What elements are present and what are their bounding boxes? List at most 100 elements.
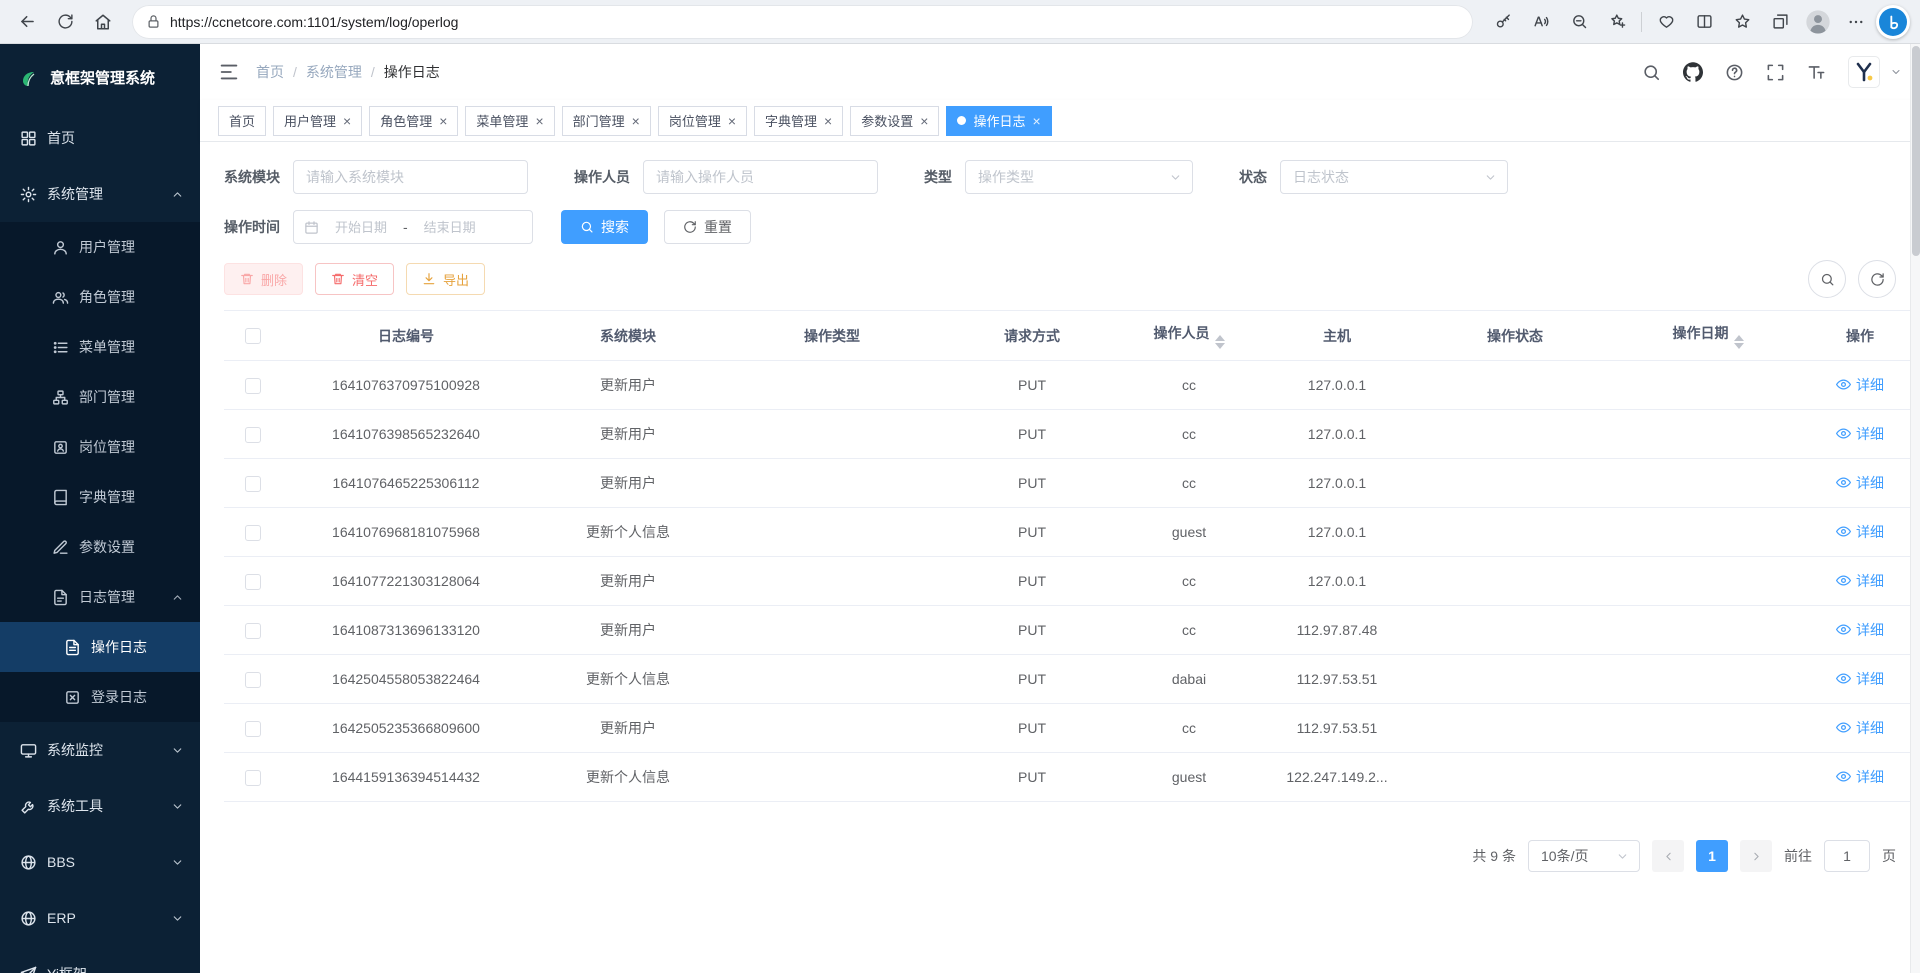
page-size-select[interactable]: 10条/页 <box>1528 840 1640 872</box>
detail-link[interactable]: 详细 <box>1836 522 1884 542</box>
refresh-table-button[interactable] <box>1858 260 1896 298</box>
module-input[interactable] <box>293 160 528 194</box>
row-checkbox[interactable] <box>245 721 261 737</box>
bing-icon[interactable] <box>1876 5 1910 39</box>
tab[interactable]: 首页 × <box>218 106 266 136</box>
row-checkbox[interactable] <box>245 574 261 590</box>
collapse-sidebar-icon[interactable] <box>218 61 240 83</box>
tab-close-icon[interactable]: × <box>439 114 447 128</box>
tab[interactable]: 菜单管理 × <box>465 106 554 136</box>
tab[interactable]: 参数设置 × <box>850 106 939 136</box>
row-checkbox[interactable] <box>245 525 261 541</box>
col-date[interactable]: 操作日期 <box>1608 311 1808 361</box>
browser-essentials-icon[interactable] <box>1648 5 1684 39</box>
avatar-dropdown-icon[interactable] <box>1890 66 1902 78</box>
search-button[interactable]: 搜索 <box>561 210 648 244</box>
select-all-checkbox[interactable] <box>245 328 261 344</box>
help-icon[interactable] <box>1725 63 1744 82</box>
tab-close-icon[interactable]: × <box>728 114 736 128</box>
sidebar-item-dict-management[interactable]: 字典管理 <box>0 472 200 522</box>
github-icon[interactable] <box>1683 62 1703 82</box>
sidebar-item-home[interactable]: 首页 <box>0 110 200 166</box>
clear-button[interactable]: 清空 <box>315 263 394 295</box>
delete-button[interactable]: 删除 <box>224 263 303 295</box>
tab-close-icon[interactable]: × <box>1032 114 1040 128</box>
page-scrollbar[interactable] <box>1910 44 1920 973</box>
row-checkbox[interactable] <box>245 378 261 394</box>
sidebar-item-bbs[interactable]: BBS <box>0 834 200 890</box>
detail-link[interactable]: 详细 <box>1836 571 1884 591</box>
sidebar-item-operation-log[interactable]: 操作日志 <box>0 622 200 672</box>
toggle-search-button[interactable] <box>1808 260 1846 298</box>
sidebar-item-user-management[interactable]: 用户管理 <box>0 222 200 272</box>
user-avatar[interactable] <box>1848 56 1880 88</box>
row-checkbox[interactable] <box>245 623 261 639</box>
tab[interactable]: 字典管理 × <box>754 106 843 136</box>
collections-icon[interactable] <box>1762 5 1798 39</box>
read-aloud-icon[interactable] <box>1523 5 1559 39</box>
detail-link[interactable]: 详细 <box>1836 620 1884 640</box>
prev-page-button[interactable] <box>1652 840 1684 872</box>
font-size-icon[interactable] <box>1807 63 1826 82</box>
breadcrumb-system[interactable]: 系统管理 <box>306 62 362 82</box>
tab[interactable]: 操作日志 × <box>946 106 1051 136</box>
zoom-out-icon[interactable] <box>1561 5 1597 39</box>
sort-carets-icon[interactable] <box>1734 335 1744 349</box>
detail-link[interactable]: 详细 <box>1836 424 1884 444</box>
breadcrumb-home[interactable]: 首页 <box>256 62 284 82</box>
browser-refresh-button[interactable] <box>48 5 82 39</box>
select-all-header[interactable] <box>224 311 282 361</box>
scrollbar-thumb[interactable] <box>1912 46 1920 256</box>
start-date-input[interactable] <box>325 220 397 235</box>
col-operator[interactable]: 操作人员 <box>1126 311 1252 361</box>
browser-menu-icon[interactable] <box>1838 5 1874 39</box>
sidebar-item-system-tools[interactable]: 系统工具 <box>0 778 200 834</box>
profile-avatar[interactable] <box>1800 5 1836 39</box>
sidebar-item-dept-management[interactable]: 部门管理 <box>0 372 200 422</box>
sidebar-item-param-settings[interactable]: 参数设置 <box>0 522 200 572</box>
operator-input[interactable] <box>643 160 878 194</box>
row-checkbox[interactable] <box>245 672 261 688</box>
tab-close-icon[interactable]: × <box>824 114 832 128</box>
reset-button[interactable]: 重置 <box>664 210 751 244</box>
detail-link[interactable]: 详细 <box>1836 669 1884 689</box>
status-select[interactable]: 日志状态 <box>1280 160 1508 194</box>
sidebar-item-system-management[interactable]: 系统管理 <box>0 166 200 222</box>
detail-link[interactable]: 详细 <box>1836 718 1884 738</box>
row-checkbox[interactable] <box>245 476 261 492</box>
fullscreen-icon[interactable] <box>1766 63 1785 82</box>
sidebar-item-role-management[interactable]: 角色管理 <box>0 272 200 322</box>
sidebar-item-yi-framework[interactable]: Yi框架 <box>0 946 200 973</box>
tab-close-icon[interactable]: × <box>343 114 351 128</box>
type-select[interactable]: 操作类型 <box>965 160 1193 194</box>
tab[interactable]: 部门管理 × <box>562 106 651 136</box>
detail-link[interactable]: 详细 <box>1836 767 1884 787</box>
address-bar[interactable]: https://ccnetcore.com:1101/system/log/op… <box>132 5 1473 39</box>
browser-back-button[interactable] <box>10 5 44 39</box>
tab[interactable]: 角色管理 × <box>369 106 458 136</box>
favorites-bar-icon[interactable] <box>1724 5 1760 39</box>
browser-home-button[interactable] <box>86 5 120 39</box>
sidebar-item-system-monitor[interactable]: 系统监控 <box>0 722 200 778</box>
date-range-picker[interactable]: - <box>293 210 533 244</box>
detail-link[interactable]: 详细 <box>1836 375 1884 395</box>
app-logo[interactable]: 意框架管理系统 <box>0 44 200 110</box>
tab[interactable]: 用户管理 × <box>273 106 362 136</box>
sidebar-item-erp[interactable]: ERP <box>0 890 200 946</box>
search-icon[interactable] <box>1642 63 1661 82</box>
page-number-button[interactable]: 1 <box>1696 840 1728 872</box>
row-checkbox[interactable] <box>245 427 261 443</box>
end-date-input[interactable] <box>414 220 486 235</box>
goto-page-input[interactable] <box>1824 840 1870 872</box>
sidebar-item-log-management[interactable]: 日志管理 <box>0 572 200 622</box>
tab-close-icon[interactable]: × <box>920 114 928 128</box>
sidebar-item-post-management[interactable]: 岗位管理 <box>0 422 200 472</box>
tab[interactable]: 岗位管理 × <box>658 106 747 136</box>
detail-link[interactable]: 详细 <box>1836 473 1884 493</box>
sort-carets-icon[interactable] <box>1215 335 1225 349</box>
password-key-icon[interactable] <box>1485 5 1521 39</box>
tab-close-icon[interactable]: × <box>535 114 543 128</box>
export-button[interactable]: 导出 <box>406 263 485 295</box>
next-page-button[interactable] <box>1740 840 1772 872</box>
sidebar-item-menu-management[interactable]: 菜单管理 <box>0 322 200 372</box>
